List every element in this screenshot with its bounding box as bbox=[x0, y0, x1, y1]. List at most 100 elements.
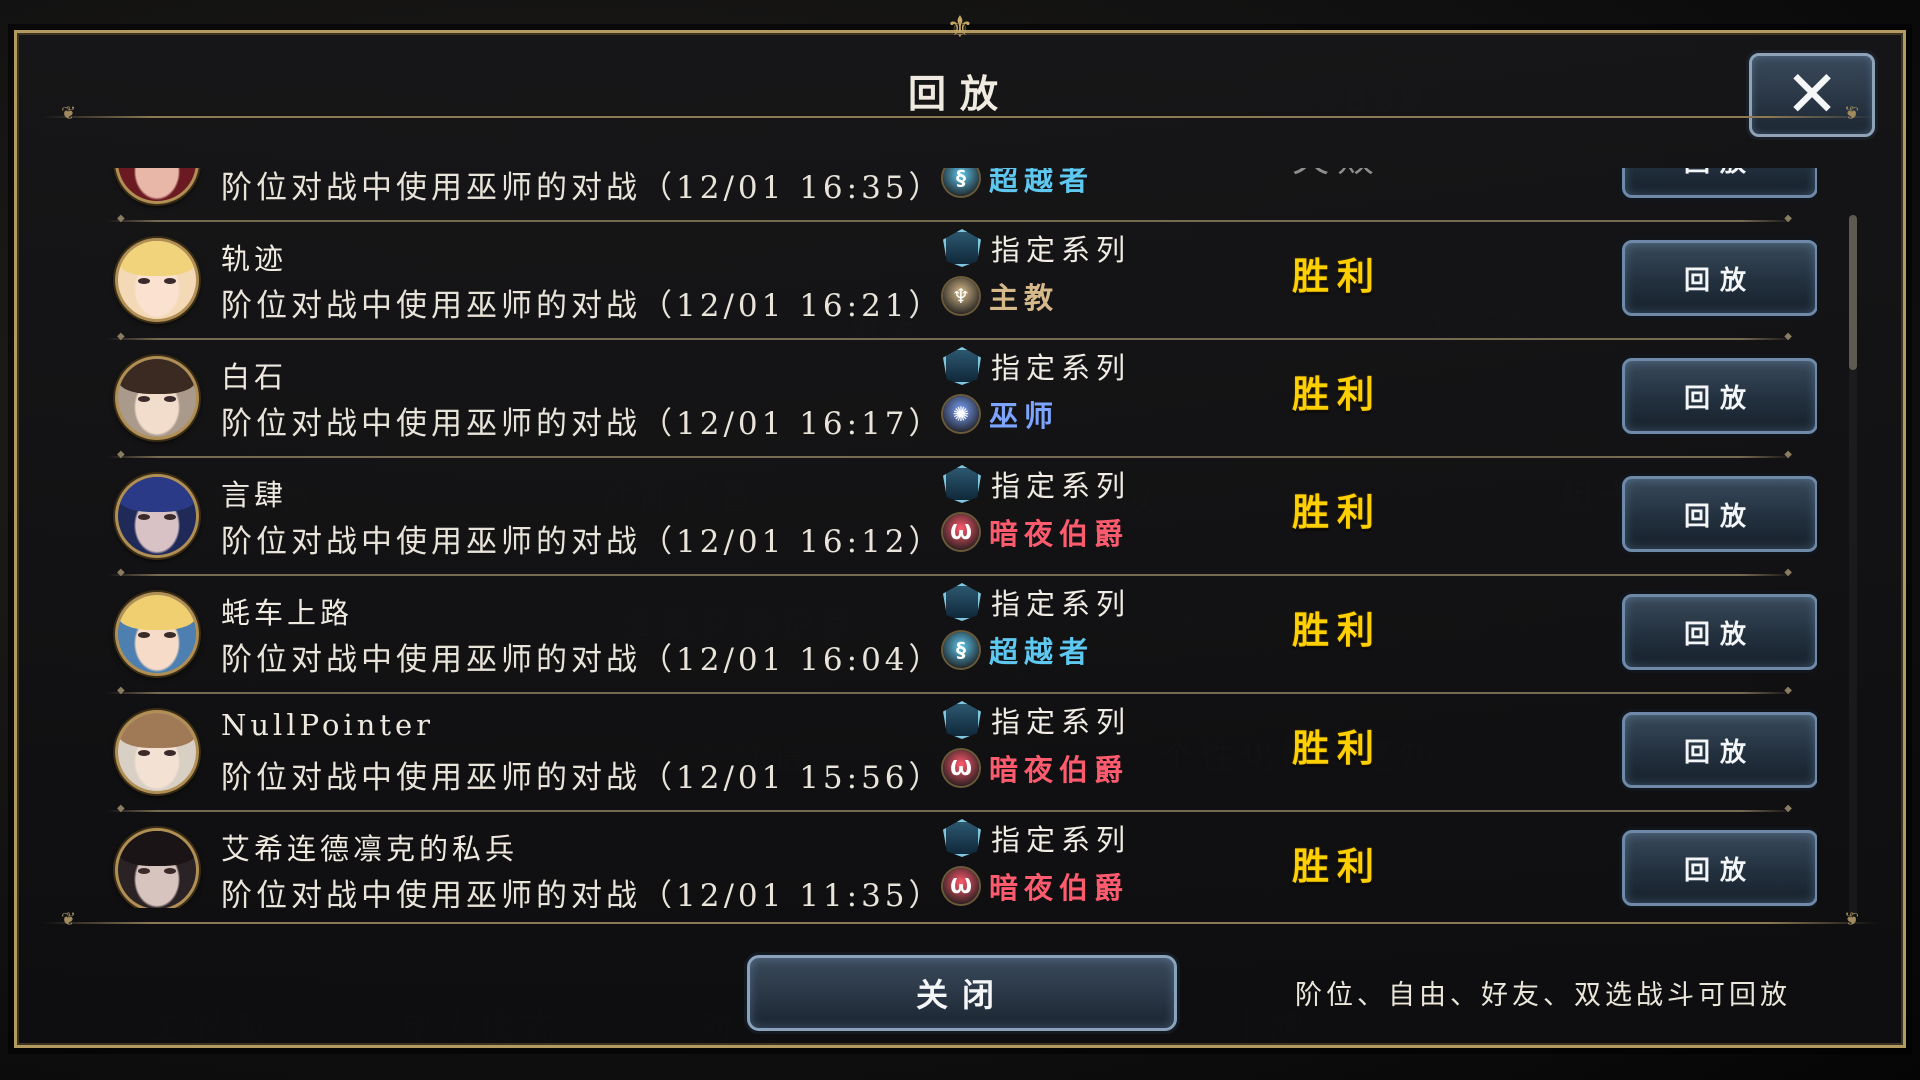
deck-format-line: 指定系列 bbox=[943, 582, 1131, 622]
replay-row: 轨迹 阶位对战中使用巫师的对战（12/01 16:21） 指定系列 ♆ 主教 胜… bbox=[77, 222, 1817, 342]
deck-class: 暗夜伯爵 bbox=[989, 753, 1130, 787]
replay-row: 艾希连德凛克的私兵 阶位对战中使用巫师的对战（12/01 11:35） 指定系列… bbox=[77, 812, 1817, 908]
swirl-icon: § bbox=[943, 632, 979, 668]
deck-format-line: 指定系列 bbox=[943, 228, 1131, 268]
replay-button[interactable]: 回放 bbox=[1622, 712, 1817, 788]
format-shield-icon bbox=[943, 465, 981, 503]
replay-button[interactable]: 回放 bbox=[1622, 476, 1817, 552]
avatar-eyes bbox=[138, 396, 176, 404]
avatar bbox=[115, 828, 199, 908]
match-description: 阶位对战中使用巫师的对战（12/01 11:35） bbox=[221, 878, 944, 908]
replay-button[interactable]: 回放 bbox=[1622, 594, 1817, 670]
avatar-hair bbox=[118, 595, 196, 631]
deck-format: 指定系列 bbox=[991, 823, 1132, 857]
avatar bbox=[115, 238, 199, 322]
star-icon: ✺ bbox=[943, 396, 979, 432]
avatar bbox=[115, 356, 199, 440]
scrollbar-thumb[interactable] bbox=[1849, 215, 1857, 370]
format-shield-icon bbox=[943, 347, 981, 385]
replay-dialog: ⚜ 回放 ✕ 阶位对战中使用巫师的对战（12/01 16:35） § 超越者 失… bbox=[14, 11, 1906, 1048]
avatar-hair bbox=[118, 241, 196, 277]
avatar-hair bbox=[118, 477, 196, 513]
replay-list[interactable]: 阶位对战中使用巫师的对战（12/01 16:35） § 超越者 失败 回放 轨迹… bbox=[77, 168, 1817, 908]
player-name: 白石 bbox=[221, 360, 288, 394]
replay-row: 白石 阶位对战中使用巫师的对战（12/01 16:17） 指定系列 ✺ 巫师 胜… bbox=[77, 340, 1817, 460]
deck-format: 指定系列 bbox=[991, 351, 1132, 385]
match-description: 阶位对战中使用巫师的对战（12/01 16:12） bbox=[221, 524, 944, 560]
deck-class-line: ♆ 主教 bbox=[943, 276, 1059, 316]
player-name: 蚝车上路 bbox=[221, 596, 354, 630]
avatar-eyes bbox=[138, 278, 176, 286]
player-name: 艾希连德凛克的私兵 bbox=[221, 832, 519, 866]
format-shield-icon bbox=[943, 701, 981, 739]
fang-icon: Ѡ bbox=[943, 868, 979, 904]
match-result: 胜利 bbox=[1292, 726, 1382, 770]
replay-row: 蚝车上路 阶位对战中使用巫师的对战（12/01 16:04） 指定系列 § 超越… bbox=[77, 576, 1817, 696]
avatar-eyes bbox=[138, 750, 176, 758]
player-name: 轨迹 bbox=[221, 242, 288, 276]
match-result: 胜利 bbox=[1292, 490, 1382, 534]
footer-divider bbox=[43, 909, 1877, 930]
close-icon-button[interactable]: ✕ bbox=[1749, 53, 1875, 137]
crest-ornament-icon: ⚜ bbox=[946, 10, 974, 45]
avatar bbox=[115, 710, 199, 794]
deck-class-line: Ѡ 暗夜伯爵 bbox=[943, 512, 1129, 552]
deck-format-line: 指定系列 bbox=[943, 700, 1131, 740]
deck-format-line: 指定系列 bbox=[943, 464, 1131, 504]
deck-format-line: 指定系列 bbox=[943, 346, 1131, 386]
fang-icon: Ѡ bbox=[943, 750, 979, 786]
deck-class-line: Ѡ 暗夜伯爵 bbox=[943, 866, 1129, 906]
player-name: NullPointer bbox=[221, 708, 435, 742]
format-shield-icon bbox=[943, 583, 981, 621]
deck-class-line: § 超越者 bbox=[943, 168, 1094, 198]
deck-format: 指定系列 bbox=[991, 469, 1132, 503]
avatar-hair bbox=[118, 359, 196, 395]
avatar-eyes bbox=[138, 514, 176, 522]
deck-format: 指定系列 bbox=[991, 233, 1132, 267]
deck-class-line: Ѡ 暗夜伯爵 bbox=[943, 748, 1129, 788]
avatar bbox=[115, 168, 199, 204]
match-description: 阶位对战中使用巫师的对战（12/01 16:17） bbox=[221, 406, 944, 442]
deck-format-line: 指定系列 bbox=[943, 818, 1131, 858]
avatar-hair bbox=[118, 831, 196, 867]
avatar-hair bbox=[118, 713, 196, 749]
replay-row: 阶位对战中使用巫师的对战（12/01 16:35） § 超越者 失败 回放 bbox=[77, 168, 1817, 224]
avatar-eyes bbox=[138, 868, 176, 876]
deck-class: 巫师 bbox=[989, 399, 1060, 433]
replay-row: 言肆 阶位对战中使用巫师的对战（12/01 16:12） 指定系列 Ѡ 暗夜伯爵… bbox=[77, 458, 1817, 578]
deck-class: 暗夜伯爵 bbox=[989, 871, 1130, 905]
avatar bbox=[115, 592, 199, 676]
match-result: 胜利 bbox=[1292, 844, 1382, 888]
match-description: 阶位对战中使用巫师的对战（12/01 15:56） bbox=[221, 760, 944, 796]
deck-class-line: ✺ 巫师 bbox=[943, 394, 1059, 434]
scrollbar[interactable] bbox=[1849, 215, 1857, 915]
header-divider bbox=[43, 103, 1877, 124]
match-description: 阶位对战中使用巫师的对战（12/01 16:21） bbox=[221, 288, 944, 324]
dialog-title: 回放 bbox=[907, 71, 1012, 116]
deck-class: 超越者 bbox=[989, 635, 1095, 669]
deck-class: 暗夜伯爵 bbox=[989, 517, 1130, 551]
deck-class: 超越者 bbox=[989, 168, 1095, 197]
replay-button[interactable]: 回放 bbox=[1622, 168, 1817, 198]
match-result: 失败 bbox=[1292, 168, 1382, 182]
swirl-icon: § bbox=[943, 168, 979, 196]
replay-hint-text: 阶位、自由、好友、双选战斗可回放 bbox=[1295, 980, 1791, 1011]
match-description: 阶位对战中使用巫师的对战（12/01 16:04） bbox=[221, 642, 944, 678]
deck-class-line: § 超越者 bbox=[943, 630, 1094, 670]
replay-button[interactable]: 回放 bbox=[1622, 830, 1817, 906]
format-shield-icon bbox=[943, 229, 981, 267]
replay-button[interactable]: 回放 bbox=[1622, 358, 1817, 434]
match-description: 阶位对战中使用巫师的对战（12/01 16:35） bbox=[221, 170, 944, 206]
player-name: 言肆 bbox=[221, 478, 288, 512]
avatar-eyes bbox=[138, 632, 176, 640]
deck-format: 指定系列 bbox=[991, 705, 1132, 739]
wings-icon: ♆ bbox=[943, 278, 979, 314]
deck-class: 主教 bbox=[989, 281, 1060, 315]
deck-format: 指定系列 bbox=[991, 587, 1132, 621]
match-result: 胜利 bbox=[1292, 254, 1382, 298]
close-button[interactable]: 关闭 bbox=[747, 955, 1177, 1031]
fang-icon: Ѡ bbox=[943, 514, 979, 550]
replay-row: NullPointer 阶位对战中使用巫师的对战（12/01 15:56） 指定… bbox=[77, 694, 1817, 814]
match-result: 胜利 bbox=[1292, 372, 1382, 416]
replay-button[interactable]: 回放 bbox=[1622, 240, 1817, 316]
